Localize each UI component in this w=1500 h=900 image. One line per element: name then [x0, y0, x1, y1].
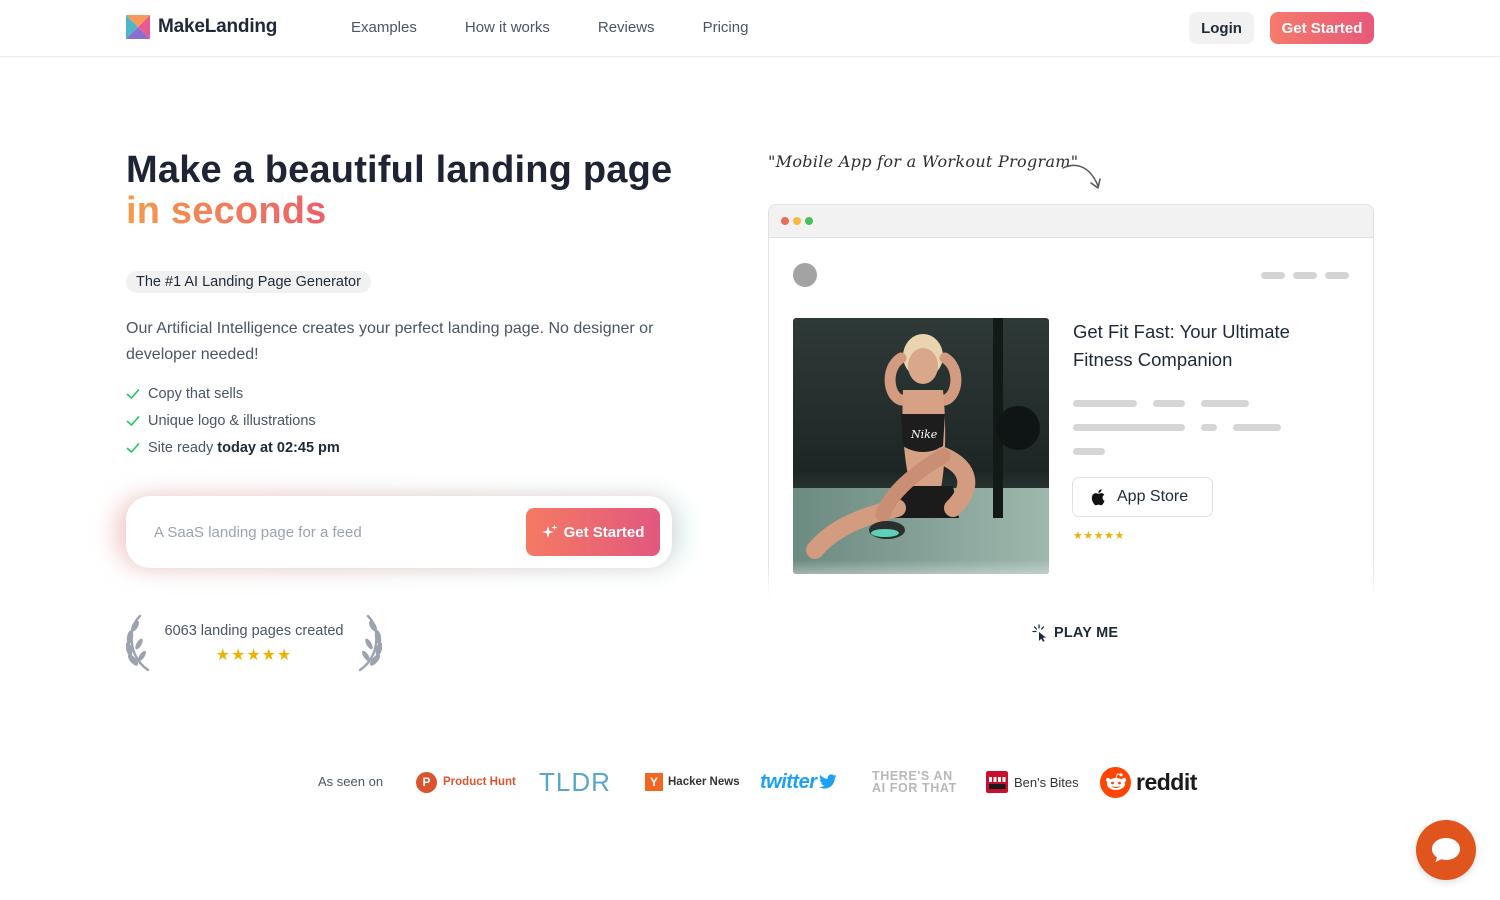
makelanding-logo-icon — [126, 15, 150, 39]
reddit-alien-icon — [1100, 766, 1131, 798]
hacker-news-icon: Y — [645, 773, 663, 791]
nav-link-reviews[interactable]: Reviews — [598, 18, 655, 38]
check-icon — [126, 388, 140, 399]
product-hunt-icon: P — [416, 771, 437, 793]
bens-bites-icon — [986, 771, 1008, 793]
bens-bites-text: Ben's Bites — [1014, 774, 1079, 790]
curved-arrow-icon — [1062, 164, 1101, 189]
preview-rating-stars: ★★★★★ — [1073, 530, 1125, 542]
text-placeholder — [1073, 400, 1137, 407]
prompt-example-note: "Mobile App for a Workout Program" — [768, 152, 1079, 171]
product-hunt-logo: P Product Hunt — [416, 764, 516, 800]
svg-text:Nike: Nike — [910, 428, 938, 441]
window-dot-red — [781, 217, 789, 225]
click-cursor-icon — [1032, 624, 1046, 642]
apple-icon — [1091, 489, 1105, 506]
brand-name: MakeLanding — [158, 16, 278, 37]
product-hunt-text: Product Hunt — [443, 776, 516, 788]
text-placeholder — [1073, 424, 1185, 431]
nav-link-examples[interactable]: Examples — [351, 18, 417, 38]
twitter-logo: twitter — [760, 764, 837, 800]
preview-menu-placeholder — [1261, 272, 1285, 279]
twitter-bird-icon — [818, 774, 836, 789]
theres-an-ai-for-that-logo: THERE'S AN AI FOR THAT — [872, 764, 957, 800]
prompt-button-label: Get Started — [563, 523, 645, 541]
feature-item: Unique logo & illustrations — [126, 407, 340, 434]
text-placeholder — [1233, 424, 1281, 431]
sparkle-icon — [541, 524, 558, 538]
hacker-news-text: Hacker News — [668, 776, 740, 788]
nav-get-started-button[interactable]: Get Started — [1270, 12, 1374, 44]
hacker-news-logo: Y Hacker News — [645, 764, 740, 800]
prompt-box: Get Started — [126, 496, 672, 568]
feature-text: Copy that sells — [148, 385, 244, 402]
landing-pages-count: 6063 landing pages created — [164, 623, 344, 639]
nav-link-pricing[interactable]: Pricing — [703, 18, 749, 38]
feature-item: Copy that sells — [126, 380, 340, 407]
app-store-button[interactable]: App Store — [1072, 477, 1213, 517]
landing-prompt-input[interactable] — [154, 520, 514, 544]
hero-description: Our Artificial Intelligence creates your… — [126, 320, 654, 363]
app-store-label: App Store — [1117, 488, 1189, 505]
social-proof: 6063 landing pages created ★★★★★ — [126, 614, 382, 672]
text-placeholder — [1073, 448, 1105, 455]
landing-preview-window[interactable]: Nike Get Fit Fast: Your Ultimate Fitness… — [768, 204, 1374, 604]
hero-badge: The #1 AI Landing Page Generator — [126, 271, 371, 293]
chat-widget-button[interactable] — [1416, 820, 1476, 880]
brand-logo[interactable]: MakeLanding — [126, 15, 277, 39]
rating-stars: ★★★★★ — [215, 647, 293, 664]
hero-title-accent: in seconds — [126, 190, 327, 232]
text-placeholder — [1153, 400, 1185, 407]
feature-item: Site ready today at 02:45 pm — [126, 434, 340, 461]
laurel-right-icon — [358, 614, 382, 672]
hero-title: Make a beautiful landing page in seconds — [126, 150, 726, 232]
window-dot-green — [805, 217, 813, 225]
preview-menu-placeholder — [1325, 272, 1349, 279]
twitter-text: twitter — [760, 770, 817, 793]
as-seen-on-label: As seen on — [318, 774, 384, 789]
bens-bites-logo: Ben's Bites — [986, 764, 1079, 800]
site-ready-time: today at 02:45 pm — [217, 439, 340, 456]
feature-text: Unique logo & illustrations — [148, 412, 316, 429]
browser-bar — [769, 205, 1373, 238]
text-placeholder — [1201, 400, 1249, 407]
reddit-text: reddit — [1136, 768, 1197, 795]
check-icon — [126, 442, 140, 453]
aift-line2: AI FOR THAT — [872, 781, 957, 795]
preview-menu-placeholder — [1293, 272, 1317, 279]
feature-text: Site ready — [148, 439, 214, 456]
text-placeholder — [1201, 424, 1217, 431]
preview-logo-placeholder — [793, 263, 817, 287]
preview-heading: Get Fit Fast: Your Ultimate Fitness Comp… — [1073, 321, 1290, 370]
nav-link-how-it-works[interactable]: How it works — [465, 18, 550, 38]
play-me-button[interactable]: PLAY ME — [1032, 624, 1118, 642]
preview-fade — [740, 560, 1400, 610]
top-nav: MakeLanding Examples How it works Review… — [0, 0, 1500, 57]
nav-links: Examples How it works Reviews Pricing — [351, 18, 796, 38]
window-dot-yellow — [793, 217, 801, 225]
feature-list: Copy that sells Unique logo & illustrati… — [126, 380, 340, 461]
hero-title-line1: Make a beautiful landing page — [126, 149, 673, 191]
reddit-logo: reddit — [1100, 764, 1197, 800]
play-me-label: PLAY ME — [1054, 625, 1119, 641]
tldr-logo: TLDR — [539, 766, 611, 797]
login-button[interactable]: Login — [1189, 12, 1254, 44]
check-icon — [126, 415, 140, 426]
prompt-get-started-button[interactable]: Get Started — [526, 508, 660, 556]
chat-bubble-icon — [1432, 838, 1460, 862]
fitness-photo: Nike — [793, 318, 1049, 574]
